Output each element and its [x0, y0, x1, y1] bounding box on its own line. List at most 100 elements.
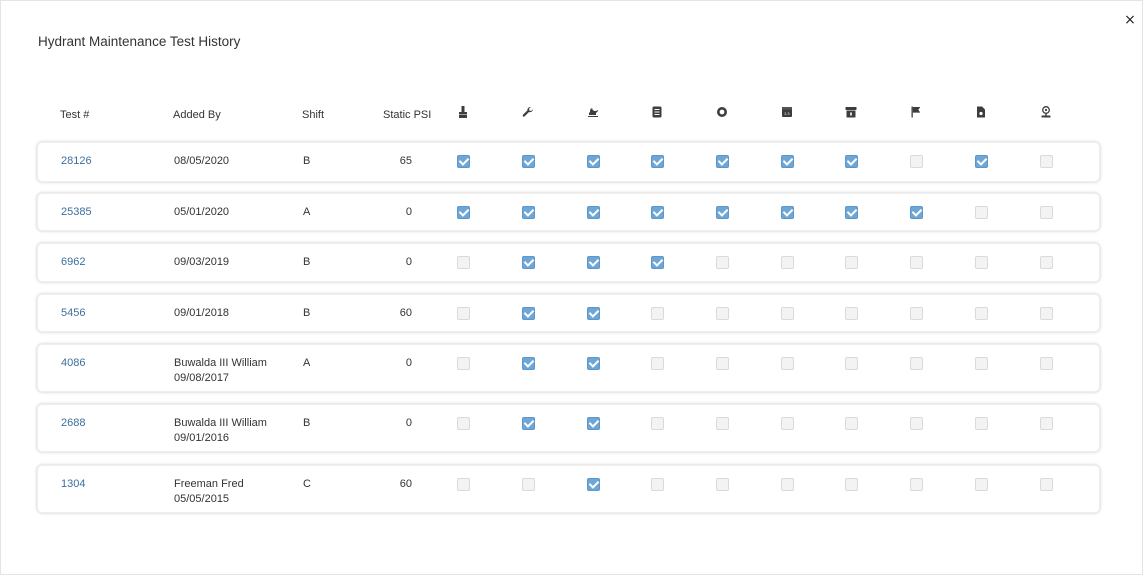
file-checkbox[interactable]: [975, 307, 988, 320]
valve-cap-checkbox[interactable]: [716, 357, 729, 370]
flag-checkbox[interactable]: [910, 417, 923, 430]
shift-cell: C: [303, 478, 311, 490]
static-psi-cell: 0: [405, 256, 412, 268]
file-checkbox[interactable]: [975, 478, 988, 491]
pressure-gauge-checkbox[interactable]: [781, 417, 794, 430]
hydrant-marker-checkbox[interactable]: [1040, 478, 1053, 491]
test-number-link[interactable]: 1304: [61, 477, 85, 492]
file-checkbox[interactable]: [975, 206, 988, 219]
paintbrush-checkbox[interactable]: [457, 478, 470, 491]
archive-box-checkbox[interactable]: [845, 206, 858, 219]
test-number-link[interactable]: 6962: [61, 255, 85, 270]
static-psi-cell: 60: [399, 478, 412, 490]
hydrant-marker-checkbox[interactable]: [1040, 256, 1053, 269]
paintbrush-checkbox[interactable]: [457, 307, 470, 320]
oil-can-checkbox[interactable]: [587, 206, 600, 219]
pressure-gauge-checkbox[interactable]: [781, 155, 794, 168]
static-psi-cell: 65: [399, 155, 412, 167]
table-row: 4086 Buwalda III William 09/08/2017 A 0: [37, 344, 1100, 392]
wrench-checkbox[interactable]: [522, 155, 535, 168]
valve-cap-checkbox[interactable]: [716, 206, 729, 219]
valve-cap-checkbox[interactable]: [716, 256, 729, 269]
clipboard-checkbox[interactable]: [651, 478, 664, 491]
flag-icon: [909, 105, 923, 119]
paintbrush-checkbox[interactable]: [457, 155, 470, 168]
clipboard-checkbox[interactable]: [651, 256, 664, 269]
close-button[interactable]: ×: [1123, 13, 1137, 27]
wrench-checkbox[interactable]: [522, 307, 535, 320]
paintbrush-checkbox[interactable]: [457, 256, 470, 269]
file-checkbox[interactable]: [975, 417, 988, 430]
paintbrush-checkbox[interactable]: [457, 357, 470, 370]
shift-cell: B: [303, 256, 311, 268]
wrench-checkbox[interactable]: [522, 417, 535, 430]
clipboard-checkbox[interactable]: [651, 206, 664, 219]
flag-checkbox[interactable]: [910, 206, 923, 219]
clipboard-checkbox[interactable]: [651, 307, 664, 320]
valve-cap-checkbox[interactable]: [716, 307, 729, 320]
oil-can-checkbox[interactable]: [587, 357, 600, 370]
pressure-gauge-checkbox[interactable]: [781, 307, 794, 320]
pressure-gauge-checkbox[interactable]: [781, 357, 794, 370]
archive-box-checkbox[interactable]: [845, 155, 858, 168]
flag-checkbox[interactable]: [910, 307, 923, 320]
wrench-checkbox[interactable]: [522, 478, 535, 491]
clipboard-checkbox[interactable]: [651, 357, 664, 370]
wrench-checkbox[interactable]: [522, 256, 535, 269]
header-static-psi: Static PSI: [383, 109, 432, 121]
file-checkbox[interactable]: [975, 357, 988, 370]
valve-cap-checkbox[interactable]: [716, 155, 729, 168]
shift-cell: B: [303, 307, 311, 319]
paintbrush-checkbox[interactable]: [457, 417, 470, 430]
pressure-gauge-checkbox[interactable]: [781, 478, 794, 491]
test-number-link[interactable]: 2688: [61, 416, 85, 431]
oil-can-checkbox[interactable]: [587, 307, 600, 320]
added-date: 09/01/2016: [174, 432, 230, 444]
flag-checkbox[interactable]: [910, 357, 923, 370]
pressure-gauge-checkbox[interactable]: [781, 256, 794, 269]
added-by-cell: 09/01/2018: [174, 306, 229, 321]
test-number-link[interactable]: 25385: [61, 205, 92, 220]
test-number-link[interactable]: 4086: [61, 356, 85, 371]
valve-cap-checkbox[interactable]: [716, 478, 729, 491]
flag-checkbox[interactable]: [910, 478, 923, 491]
hydrant-marker-checkbox[interactable]: [1040, 307, 1053, 320]
hydrant-marker-checkbox[interactable]: [1040, 155, 1053, 168]
wrench-icon: [521, 105, 535, 119]
archive-box-checkbox[interactable]: [845, 357, 858, 370]
hydrant-marker-checkbox[interactable]: [1040, 417, 1053, 430]
oil-can-checkbox[interactable]: [587, 417, 600, 430]
oil-can-checkbox[interactable]: [587, 256, 600, 269]
added-by-name: Buwalda III William: [174, 417, 267, 429]
shift-cell: A: [303, 357, 311, 369]
archive-box-checkbox[interactable]: [845, 478, 858, 491]
clipboard-checkbox[interactable]: [651, 417, 664, 430]
oil-can-checkbox[interactable]: [587, 155, 600, 168]
pressure-gauge-icon: 2.5: [780, 105, 794, 119]
valve-cap-icon: [715, 105, 729, 119]
added-date: 05/01/2020: [174, 206, 230, 218]
archive-box-checkbox[interactable]: [845, 256, 858, 269]
test-history-modal: × Hydrant Maintenance Test History Test …: [0, 0, 1143, 575]
flag-checkbox[interactable]: [910, 256, 923, 269]
valve-cap-checkbox[interactable]: [716, 417, 729, 430]
flag-checkbox[interactable]: [910, 155, 923, 168]
test-number-link[interactable]: 5456: [61, 306, 85, 321]
archive-box-checkbox[interactable]: [845, 307, 858, 320]
oil-can-checkbox[interactable]: [587, 478, 600, 491]
file-checkbox[interactable]: [975, 256, 988, 269]
file-icon: [974, 105, 988, 119]
archive-box-checkbox[interactable]: [845, 417, 858, 430]
file-checkbox[interactable]: [975, 155, 988, 168]
added-by-cell: Buwalda III William 09/01/2016: [174, 416, 267, 446]
wrench-checkbox[interactable]: [522, 357, 535, 370]
added-by-name: Freeman Fred: [174, 478, 244, 490]
paintbrush-checkbox[interactable]: [457, 206, 470, 219]
clipboard-checkbox[interactable]: [651, 155, 664, 168]
hydrant-marker-checkbox[interactable]: [1040, 357, 1053, 370]
pressure-gauge-checkbox[interactable]: [781, 206, 794, 219]
wrench-checkbox[interactable]: [522, 206, 535, 219]
test-number-link[interactable]: 28126: [61, 154, 92, 169]
archive-box-icon: [844, 105, 858, 119]
hydrant-marker-checkbox[interactable]: [1040, 206, 1053, 219]
